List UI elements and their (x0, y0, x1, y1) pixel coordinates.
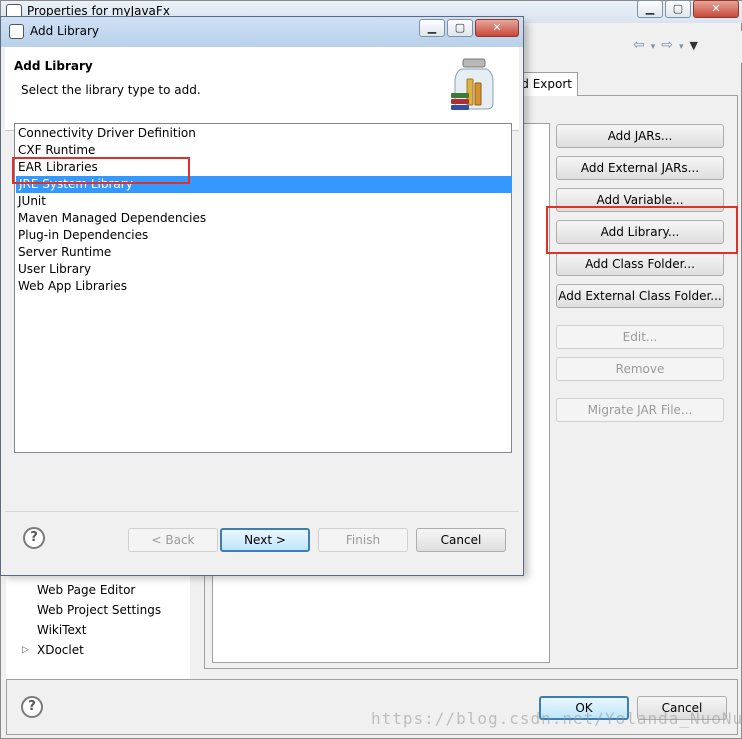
nav-arrows[interactable]: ⇦▾⇨▾▼ (633, 37, 704, 53)
tree-item-wikitext[interactable]: WikiText (37, 623, 87, 637)
help-icon[interactable]: ? (23, 527, 45, 549)
close-icon[interactable]: ✕ (693, 0, 739, 18)
maximize-icon[interactable]: ▢ (447, 19, 473, 37)
next-button[interactable]: Next > (220, 528, 310, 552)
list-item[interactable]: Server Runtime (15, 244, 511, 261)
add-external-class-folder-button[interactable]: Add External Class Folder... (556, 284, 724, 308)
minimize-icon[interactable]: ▁ (419, 19, 445, 37)
back-button[interactable]: < Back (128, 528, 218, 552)
cancel-button[interactable]: Cancel (416, 528, 506, 552)
help-icon[interactable]: ? (21, 696, 43, 718)
properties-tree (6, 561, 190, 679)
watermark: https://blog.csdn.net/Yolanda_NuoNuo (371, 709, 742, 728)
migrate-jar-button[interactable]: Migrate JAR File... (556, 398, 724, 422)
dialog-header-description: Select the library type to add. (21, 83, 201, 97)
dialog-header: Add Library Select the library type to a… (5, 47, 519, 131)
dialog-header-title: Add Library (14, 59, 93, 73)
list-item[interactable]: Web App Libraries (15, 278, 511, 295)
dropdown-arrow-icon[interactable]: ▾ (679, 42, 690, 52)
dialog-title: Add Library (30, 24, 100, 38)
dropdown-arrow-icon[interactable]: ▾ (651, 42, 662, 52)
library-jar-icon (451, 58, 494, 110)
add-external-jars-button[interactable]: Add External JARs... (556, 156, 724, 180)
add-library-highlight (546, 206, 738, 254)
finish-button[interactable]: Finish (318, 528, 408, 552)
list-item[interactable]: User Library (15, 261, 511, 278)
window-icon (9, 24, 24, 39)
list-item[interactable]: Connectivity Driver Definition (15, 125, 511, 142)
tree-item-xdoclet[interactable]: XDoclet (37, 643, 84, 657)
back-arrow-icon[interactable]: ⇦ (633, 37, 651, 53)
add-jars-button[interactable]: Add JARs... (556, 124, 724, 148)
tree-item-web-page-editor[interactable]: Web Page Editor (37, 583, 135, 597)
maximize-icon[interactable]: ▢ (665, 0, 691, 18)
tree-item-web-project-settings[interactable]: Web Project Settings (37, 603, 161, 617)
forward-arrow-icon[interactable]: ⇨ (661, 37, 679, 53)
list-item[interactable]: JUnit (15, 193, 511, 210)
list-item[interactable]: Plug-in Dependencies (15, 227, 511, 244)
divider (5, 511, 519, 512)
edit-button[interactable]: Edit... (556, 325, 724, 349)
close-icon[interactable]: ✕ (475, 19, 519, 37)
jre-library-highlight (12, 157, 190, 184)
minimize-icon[interactable]: ▁ (637, 0, 663, 18)
tree-expand-icon[interactable]: ▷ (22, 645, 29, 655)
view-menu-icon[interactable]: ▼ (690, 39, 704, 52)
remove-button[interactable]: Remove (556, 357, 724, 381)
add-library-dialog: Add Library ▁ ▢ ✕ Add Library Select the… (0, 16, 524, 576)
list-item[interactable]: Maven Managed Dependencies (15, 210, 511, 227)
add-class-folder-button[interactable]: Add Class Folder... (556, 252, 724, 276)
dialog-titlebar: Add Library ▁ ▢ ✕ (1, 17, 523, 47)
